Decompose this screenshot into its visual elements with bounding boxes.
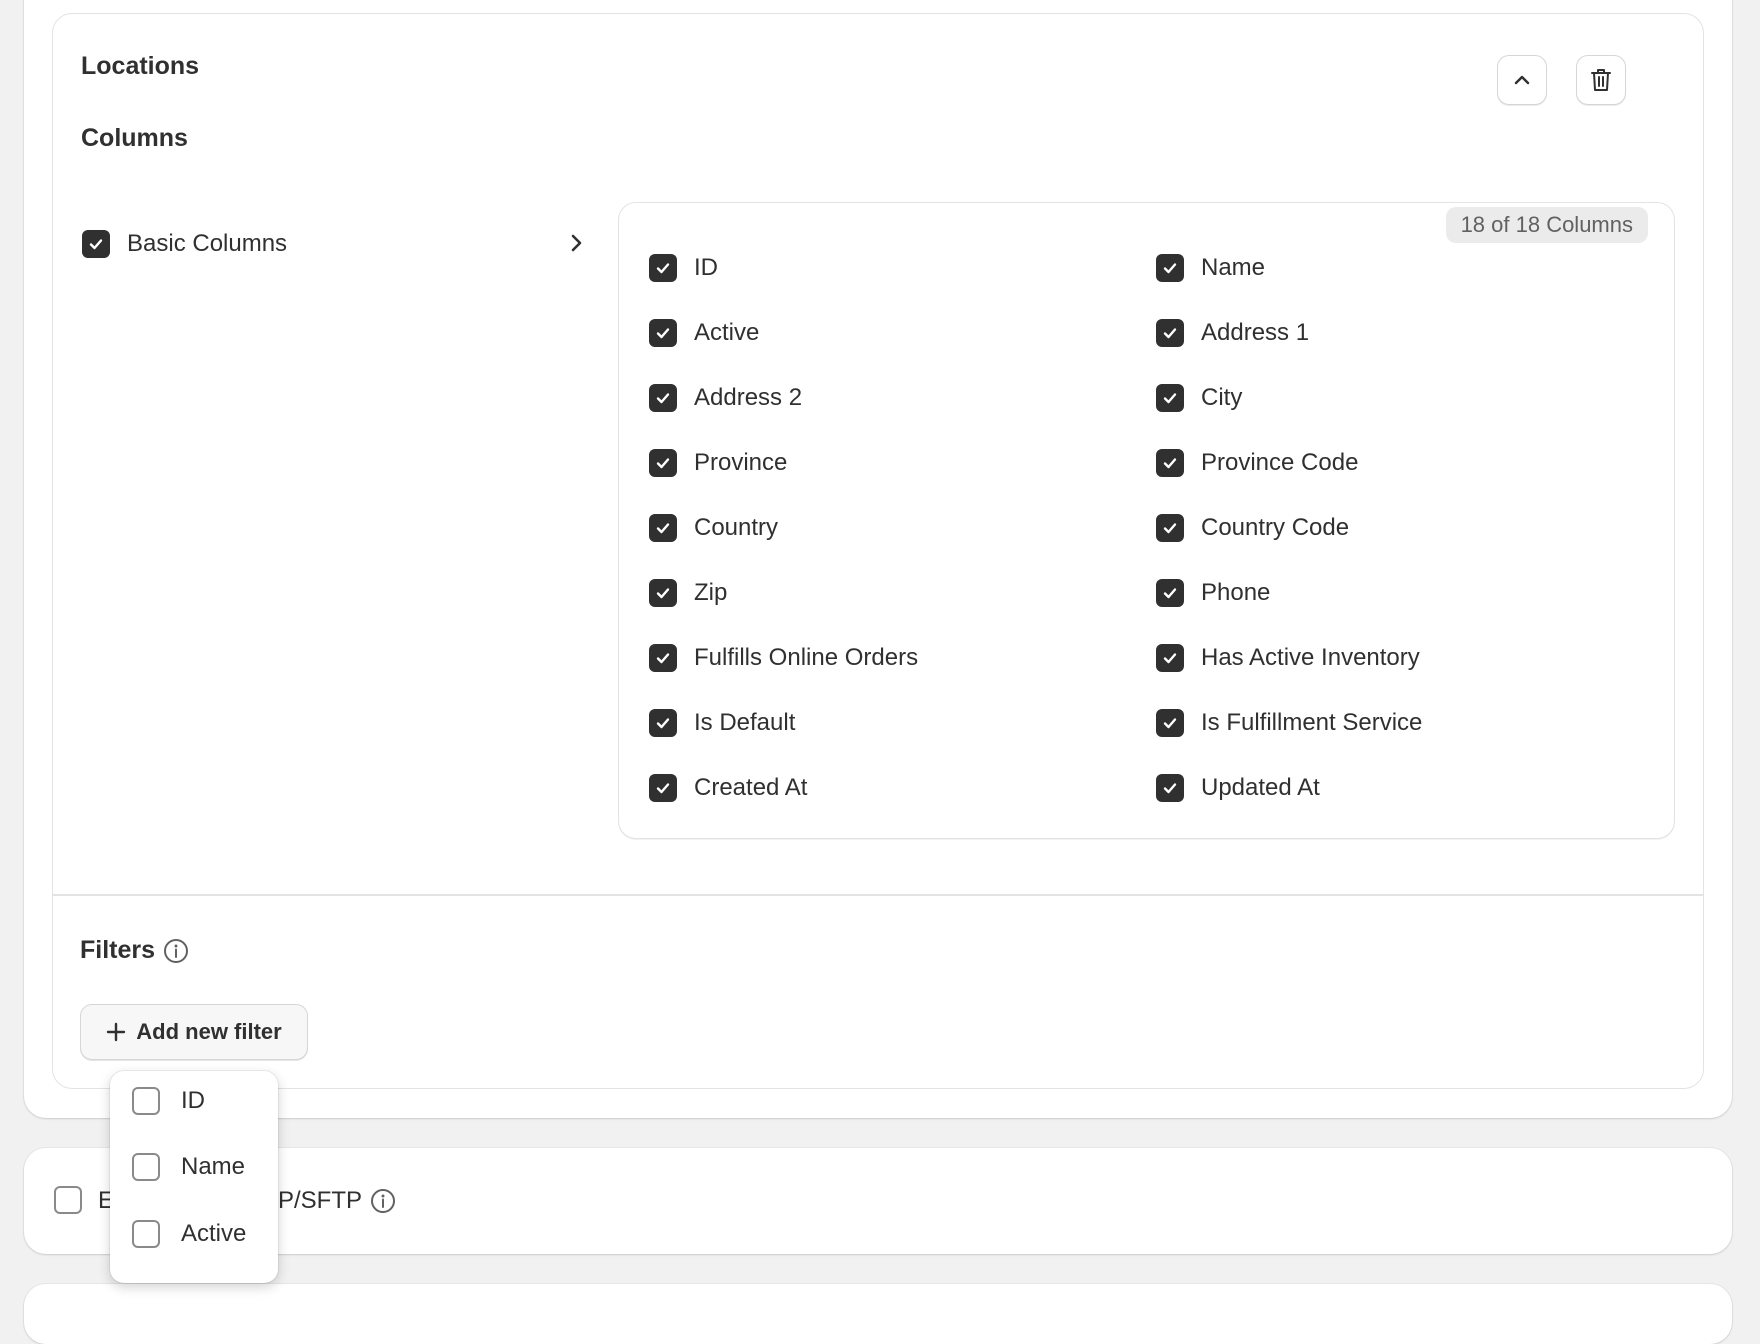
collapse-button[interactable] — [1497, 55, 1547, 105]
column-option[interactable]: Address 1 — [1156, 316, 1596, 350]
column-option[interactable]: Zip — [649, 576, 1089, 610]
column-checkbox[interactable] — [649, 709, 677, 737]
column-checkbox[interactable] — [1156, 319, 1184, 347]
filter-option-checkbox[interactable] — [132, 1220, 160, 1248]
column-option[interactable]: Name — [1156, 251, 1596, 285]
column-label: Zip — [694, 579, 728, 606]
filter-option-checkbox[interactable] — [132, 1153, 160, 1181]
filter-option-name[interactable]: Name — [110, 1137, 278, 1197]
basic-columns-label: Basic Columns — [127, 230, 288, 257]
columns-count-badge: 18 of 18 Columns — [1445, 207, 1648, 243]
column-label: Phone — [1201, 579, 1271, 606]
column-option[interactable]: ID — [649, 251, 1089, 285]
column-checkbox[interactable] — [1156, 644, 1184, 672]
add-new-filter-label: Add new filter — [136, 1019, 282, 1044]
column-label: Has Active Inventory — [1201, 644, 1420, 671]
column-checkbox[interactable] — [1156, 384, 1184, 412]
column-checkbox[interactable] — [649, 579, 677, 607]
chevron-up-icon — [1514, 75, 1530, 85]
column-label: Address 2 — [694, 384, 803, 411]
column-checkbox[interactable] — [649, 774, 677, 802]
trash-icon — [1591, 69, 1611, 91]
filter-option-label: Active — [181, 1220, 247, 1247]
column-label: Country — [694, 514, 779, 541]
column-checkbox[interactable] — [1156, 449, 1184, 477]
column-option[interactable]: Created At — [649, 771, 1089, 805]
ftp-export-card: E P/SFTP — [24, 1148, 1732, 1254]
column-checkbox[interactable] — [649, 449, 677, 477]
column-option[interactable]: Fulfills Online Orders — [649, 641, 1089, 675]
chevron-right-icon[interactable] — [567, 232, 587, 254]
column-option[interactable]: Province Code — [1156, 446, 1596, 480]
column-option[interactable]: Is Fulfillment Service — [1156, 706, 1596, 740]
column-checkbox[interactable] — [649, 384, 677, 412]
column-label: Updated At — [1201, 774, 1320, 801]
next-card — [24, 1284, 1732, 1344]
column-label: Name — [1201, 254, 1266, 281]
filter-option-label: ID — [181, 1087, 205, 1114]
filter-option-active[interactable]: Active — [110, 1204, 278, 1264]
filter-option-checkbox[interactable] — [132, 1087, 160, 1115]
column-checkbox[interactable] — [1156, 579, 1184, 607]
column-option[interactable]: Updated At — [1156, 771, 1596, 805]
columns-panel: 18 of 18 Columns ID Name Active Address 1 Ad… — [618, 202, 1675, 839]
column-label: City — [1201, 384, 1243, 411]
column-checkbox[interactable] — [649, 514, 677, 542]
filter-option-id[interactable]: ID — [110, 1071, 278, 1131]
info-icon[interactable] — [370, 1188, 396, 1214]
column-label: Province — [694, 449, 788, 476]
column-option[interactable]: Has Active Inventory — [1156, 641, 1596, 675]
ftp-export-checkbox[interactable] — [54, 1186, 82, 1214]
column-checkbox[interactable] — [649, 644, 677, 672]
column-option[interactable]: Province — [649, 446, 1089, 480]
column-option[interactable]: City — [1156, 381, 1596, 415]
column-option[interactable]: Phone — [1156, 576, 1596, 610]
column-checkbox[interactable] — [1156, 514, 1184, 542]
column-label: Active — [694, 319, 760, 346]
basic-columns-row[interactable]: Basic Columns — [80, 226, 590, 262]
column-option[interactable]: Active — [649, 316, 1089, 350]
column-option[interactable]: Country Code — [1156, 511, 1596, 545]
column-checkbox[interactable] — [649, 254, 677, 282]
column-checkbox[interactable] — [1156, 254, 1184, 282]
column-label: Is Default — [694, 709, 796, 736]
add-new-filter-button[interactable]: Add new filter — [80, 1004, 308, 1060]
ftp-export-label-end: P/SFTP — [278, 1187, 363, 1214]
delete-button[interactable] — [1576, 55, 1626, 105]
column-checkbox[interactable] — [1156, 709, 1184, 737]
column-label: Is Fulfillment Service — [1201, 709, 1423, 736]
column-label: Province Code — [1201, 449, 1359, 476]
section-title: Locations — [81, 52, 200, 80]
filter-option-label: Name — [181, 1153, 246, 1180]
basic-columns-checkbox[interactable] — [82, 230, 110, 258]
plus-icon — [107, 1022, 126, 1042]
columns-heading: Columns — [81, 124, 188, 152]
section-divider — [52, 894, 1704, 896]
column-label: Country Code — [1201, 514, 1350, 541]
column-label: Address 1 — [1201, 319, 1310, 346]
column-checkbox[interactable] — [649, 319, 677, 347]
column-label: Fulfills Online Orders — [694, 644, 919, 671]
filters-heading: Filters — [80, 936, 156, 964]
info-icon[interactable] — [163, 938, 189, 964]
column-option[interactable]: Country — [649, 511, 1089, 545]
column-option[interactable]: Address 2 — [649, 381, 1089, 415]
column-checkbox[interactable] — [1156, 774, 1184, 802]
filter-options-dropdown: ID Name Active — [110, 1071, 278, 1283]
column-label: Created At — [694, 774, 808, 801]
column-label: ID — [694, 254, 718, 281]
column-option[interactable]: Is Default — [649, 706, 1089, 740]
